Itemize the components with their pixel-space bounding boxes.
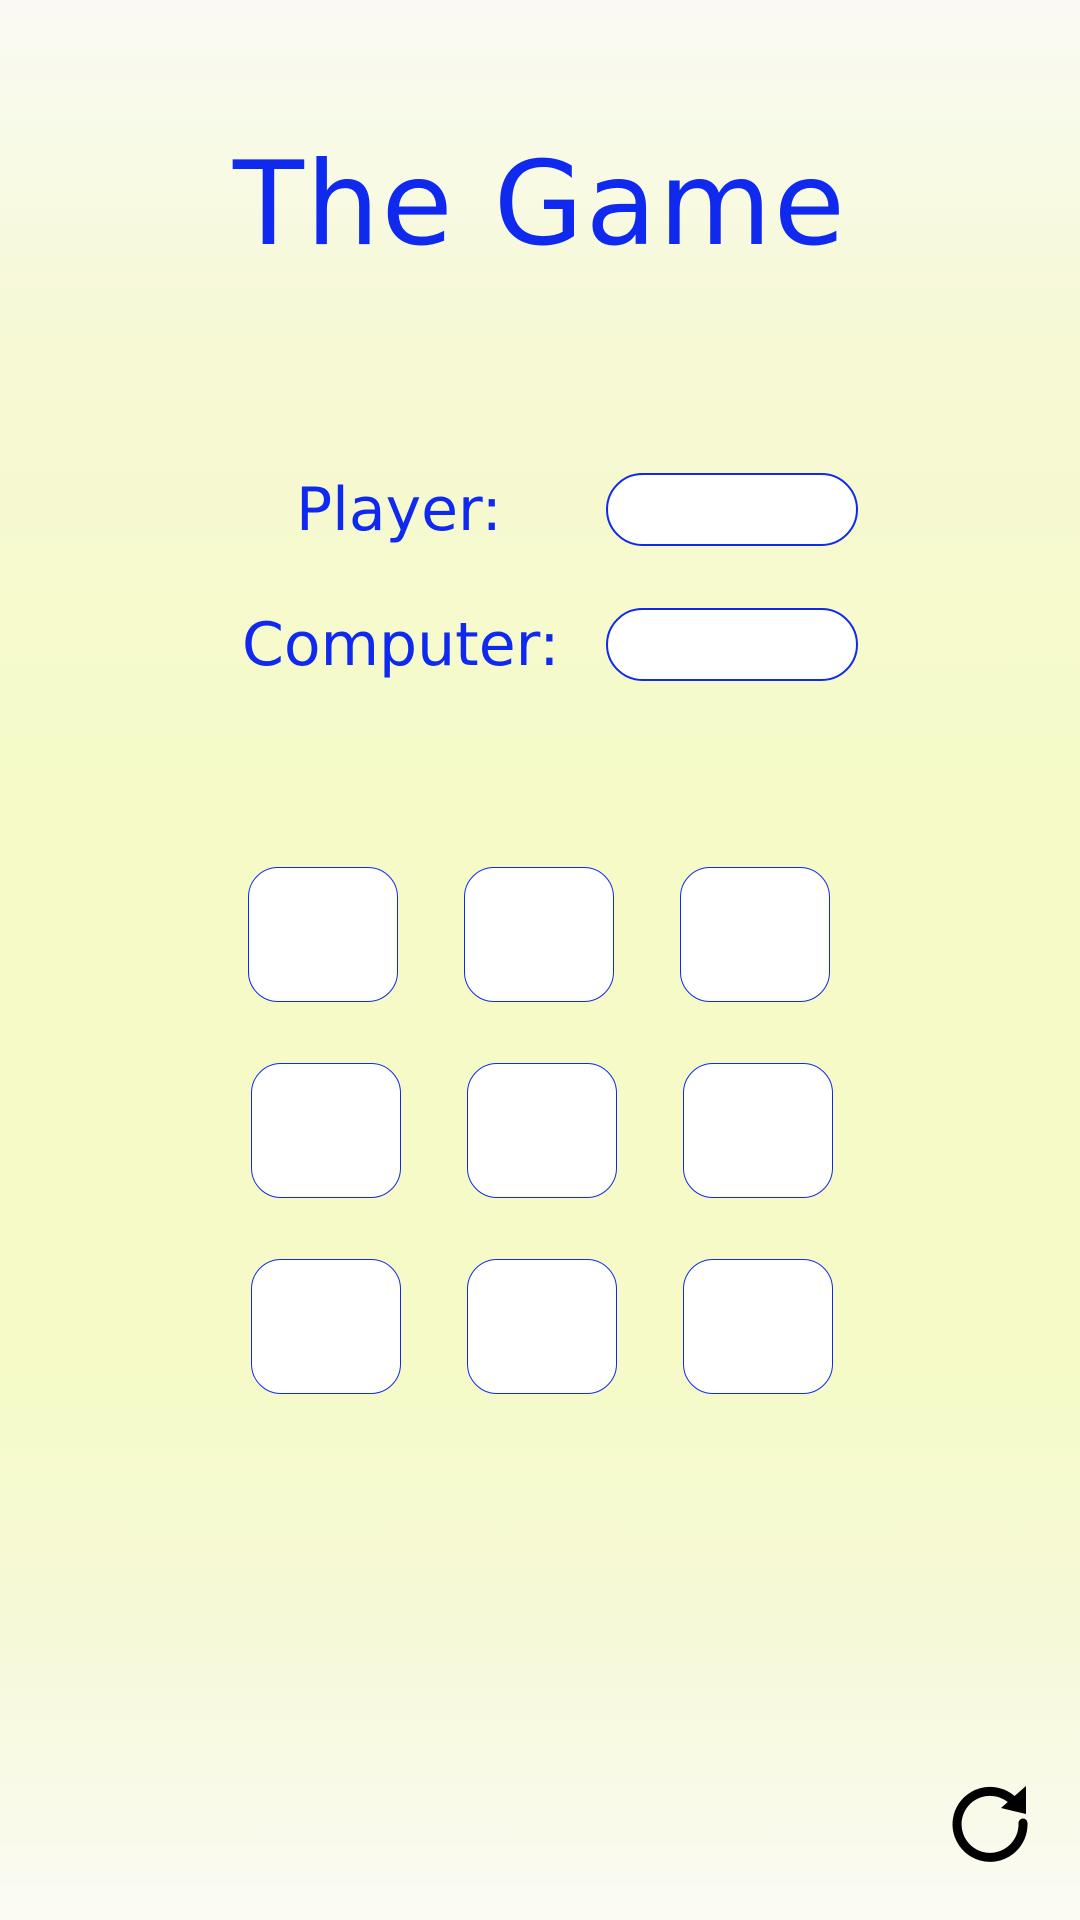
board-cell-5[interactable] <box>467 1063 617 1198</box>
board-cell-6[interactable] <box>683 1063 833 1198</box>
board-cell-3[interactable] <box>680 867 830 1002</box>
reset-button[interactable] <box>946 1780 1036 1870</box>
player-score-field <box>606 473 858 546</box>
computer-score-label: Computer: <box>242 610 560 680</box>
board-cell-1[interactable] <box>248 867 398 1002</box>
player-score-label: Player: <box>296 475 502 545</box>
board-cell-7[interactable] <box>251 1259 401 1394</box>
page-title: The Game <box>233 137 847 272</box>
board-cell-2[interactable] <box>464 867 614 1002</box>
board-cell-9[interactable] <box>683 1259 833 1394</box>
computer-score-field <box>606 608 858 681</box>
board-cell-8[interactable] <box>467 1259 617 1394</box>
refresh-icon <box>952 1786 1028 1862</box>
board-cell-4[interactable] <box>251 1063 401 1198</box>
